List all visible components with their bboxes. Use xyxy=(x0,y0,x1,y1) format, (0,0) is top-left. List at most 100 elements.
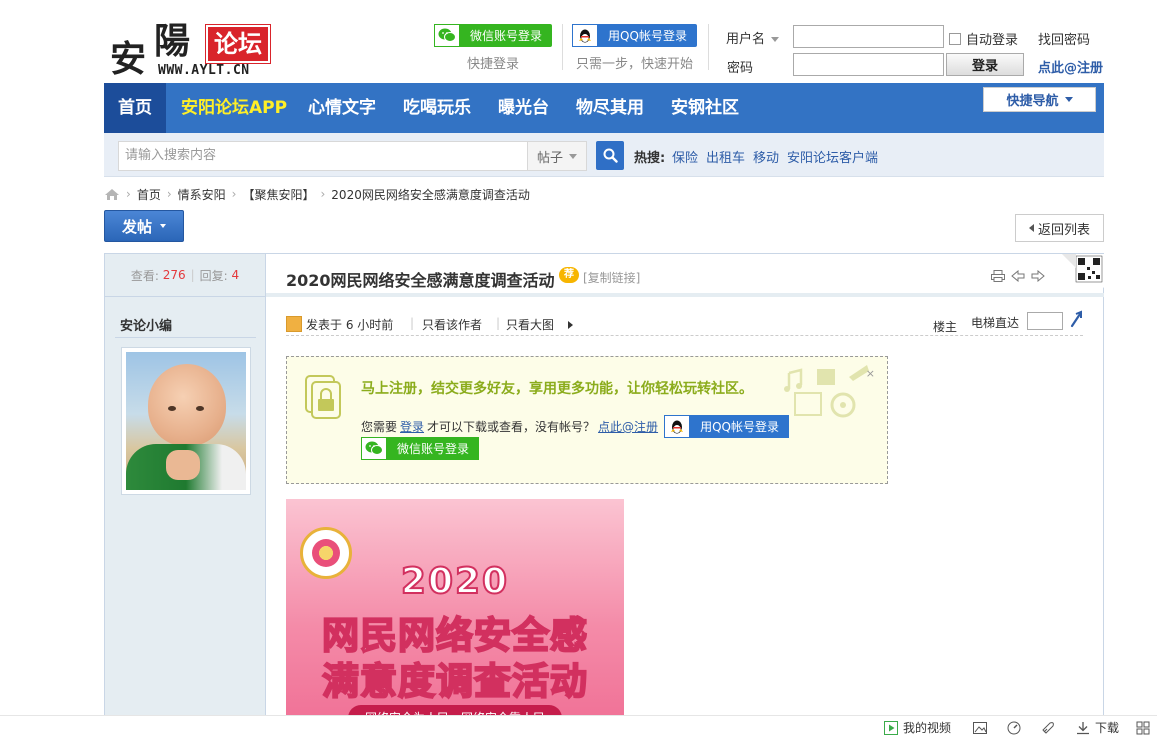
quick-nav-label: 快捷导航 xyxy=(1006,94,1059,109)
breadcrumb-forum[interactable]: 【聚焦安阳】 xyxy=(242,186,314,203)
hot-search-item[interactable]: 移动 xyxy=(753,147,779,166)
author-sidebar: 安论小编 xyxy=(105,297,266,727)
chevron-down-icon xyxy=(1064,97,1073,102)
author-name[interactable]: 安论小编 xyxy=(120,315,172,334)
wechat-login-button[interactable]: 微信账号登录 xyxy=(434,24,552,47)
login-notice: × 马上注册，结交更多好友，享用更多功能，让你轻松玩转社区。 您需要 登录 才可… xyxy=(286,356,888,484)
hot-search-label: 热搜: xyxy=(634,151,666,166)
password-label: 密码 xyxy=(727,61,754,76)
jump-arrow-icon[interactable] xyxy=(1070,310,1084,328)
notice-wechat-login-button[interactable]: 微信账号登录 xyxy=(361,437,479,460)
replies-label: 回复: xyxy=(199,268,228,283)
only-author-link[interactable]: 只看该作者 xyxy=(422,316,482,333)
replies-count: 4 xyxy=(231,268,240,282)
nav-item-steel-community[interactable]: 安钢社区 xyxy=(671,83,739,133)
user-online-icon xyxy=(286,316,302,332)
logo-badge: 论坛 xyxy=(205,24,271,64)
register-link[interactable]: 点此@注册 xyxy=(1038,57,1103,76)
wechat-icon xyxy=(361,437,387,460)
find-password-link[interactable]: 找回密码 xyxy=(1038,29,1090,48)
search-icon xyxy=(603,148,618,163)
home-icon[interactable] xyxy=(104,188,120,201)
view-big-image-link[interactable]: 只看大图 xyxy=(506,316,554,333)
search-input[interactable]: 请输入搜索内容 xyxy=(118,141,529,171)
back-to-list-label: 返回列表 xyxy=(1037,222,1090,238)
breadcrumb-home[interactable]: 首页 xyxy=(137,186,161,203)
download-button[interactable]: 下载 xyxy=(1076,719,1119,736)
nav-item-food-fun[interactable]: 吃喝玩乐 xyxy=(403,83,471,133)
quick-nav-button[interactable]: 快捷导航 xyxy=(983,87,1096,112)
nav-item-exposure[interactable]: 曝光台 xyxy=(498,83,549,133)
back-to-list-button[interactable]: 返回列表 xyxy=(1015,214,1104,242)
wechat-login-label: 微信账号登录 xyxy=(469,29,542,43)
notice-register-link[interactable]: 点此@注册 xyxy=(598,418,658,435)
recommend-badge: 荐 xyxy=(559,267,579,283)
qq-login-button[interactable]: 用QQ帐号登录 xyxy=(572,24,697,47)
logo-char-an: 安 xyxy=(110,38,147,80)
qq-sub-text: 只需一步，快速开始 xyxy=(575,57,693,72)
next-thread-icon[interactable] xyxy=(1031,270,1045,282)
prev-thread-icon[interactable] xyxy=(1011,270,1025,282)
nav-item-home[interactable]: 首页 xyxy=(104,83,166,133)
views-count: 276 xyxy=(162,268,186,282)
logo-url: WWW.AYLT.CN xyxy=(158,63,250,78)
auto-login-label: 自动登录 xyxy=(966,33,1019,48)
rocket-icon[interactable] xyxy=(1041,721,1055,735)
checkbox-box[interactable] xyxy=(949,32,961,45)
nav-item-secondhand[interactable]: 物尽其用 xyxy=(576,83,644,133)
lock-icon xyxy=(305,375,341,419)
my-video-label: 我的视频 xyxy=(903,721,952,735)
notice-login-link[interactable]: 登录 xyxy=(400,418,424,435)
notice-headline: 马上注册，结交更多好友，享用更多功能，让你轻松玩转社区。 xyxy=(361,381,753,397)
site-logo[interactable]: 安 陽 论坛 WWW.AYLT.CN xyxy=(110,14,282,80)
qr-code-icon[interactable] xyxy=(1062,254,1104,288)
image-icon[interactable] xyxy=(973,721,987,735)
speed-icon[interactable] xyxy=(1007,721,1021,735)
arrow-left-icon xyxy=(1028,224,1034,232)
floor-label: 楼主 xyxy=(933,320,958,334)
thread-stats: 查看: 276 | 回复: 4 xyxy=(105,254,266,297)
thread-title-row: 2020网民网络安全感满意度调查活动 荐 [复制链接] xyxy=(266,254,1104,297)
copy-link-button[interactable]: [复制链接] xyxy=(583,269,640,286)
elevator-label: 电梯直达 xyxy=(971,316,1020,330)
username-label: 用户名 xyxy=(726,32,766,47)
breadcrumb-thread[interactable]: 2020网民网络安全感满意度调查活动 xyxy=(331,186,530,203)
nav-item-app[interactable]: 安阳论坛APP xyxy=(181,83,287,133)
hot-search-item[interactable]: 出租车 xyxy=(706,147,745,166)
download-icon xyxy=(1077,721,1089,734)
notice-qq-login-button[interactable]: 用QQ帐号登录 xyxy=(664,415,790,438)
search-button[interactable] xyxy=(596,141,624,170)
new-post-label: 发帖 xyxy=(121,217,152,236)
print-icon[interactable] xyxy=(991,270,1005,282)
nav-item-mood[interactable]: 心情文字 xyxy=(308,83,376,133)
qq-login-label: 用QQ帐号登录 xyxy=(608,29,687,43)
my-video-button[interactable]: 我的视频 xyxy=(884,719,951,736)
notice-text: 您需要 登录 才可以下载或查看，没有帐号？ 点此@注册 用QQ帐号登录 xyxy=(361,415,790,438)
search-type-select[interactable]: 帖子 xyxy=(527,141,587,171)
post-content: 发表于 6 小时前 | 只看该作者 | 只看大图 楼主 电梯直达 × 马上注册，… xyxy=(266,297,1104,731)
quick-login-text: 快捷登录 xyxy=(466,57,519,72)
login-button[interactable]: 登录 xyxy=(946,53,1024,76)
wechat-icon xyxy=(434,24,460,47)
username-type-select[interactable]: 用户名 xyxy=(726,28,780,47)
avatar[interactable] xyxy=(121,347,251,495)
divider xyxy=(708,24,709,70)
search-bar: 请输入搜索内容 帖子 热搜: 保险 出租车 移动 安阳论坛客户端 xyxy=(104,133,1104,177)
username-input[interactable] xyxy=(793,25,944,48)
breadcrumb-category[interactable]: 情系安阳 xyxy=(178,186,226,203)
post-image[interactable]: 2020 网民网络安全感 满意度调查活动 网络安全为人民，网络安全靠人民 xyxy=(286,499,624,731)
hot-search-item[interactable]: 安阳论坛客户端 xyxy=(787,147,878,166)
grid-menu-icon[interactable] xyxy=(1136,721,1150,735)
auto-login-checkbox[interactable]: 自动登录 xyxy=(949,29,1018,48)
password-input[interactable] xyxy=(793,53,944,76)
search-type-value: 帖子 xyxy=(536,150,563,166)
poster-title-line2: 满意度调查活动 xyxy=(321,659,588,704)
close-icon[interactable]: × xyxy=(866,367,875,380)
chevron-down-icon xyxy=(771,37,780,42)
browser-bottom-bar: 我的视频 下载 xyxy=(0,715,1157,737)
logo-char-yang: 陽 xyxy=(154,20,191,62)
new-post-button[interactable]: 发帖 xyxy=(104,210,184,242)
floor-jump-input[interactable] xyxy=(1027,312,1063,330)
hot-search-item[interactable]: 保险 xyxy=(672,147,698,166)
post-meta: 发表于 6 小时前 | 只看该作者 | 只看大图 楼主 电梯直达 xyxy=(286,310,1083,336)
